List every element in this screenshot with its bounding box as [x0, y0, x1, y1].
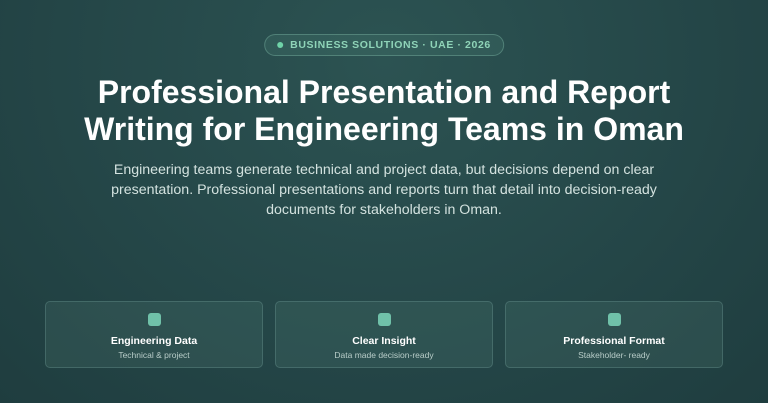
feature-card-title: Professional Format	[563, 335, 665, 347]
feature-card-professional-format: Professional Format Stakeholder- ready	[505, 301, 723, 368]
feature-card-engineering-data: Engineering Data Technical & project	[45, 301, 263, 368]
square-icon	[147, 313, 161, 326]
feature-card-subtitle: Stakeholder- ready	[578, 350, 650, 360]
square-icon	[607, 313, 621, 326]
feature-card-subtitle: Data made decision-ready	[334, 350, 434, 360]
square-icon	[377, 313, 391, 326]
feature-card-title: Clear Insight	[352, 335, 416, 347]
feature-card-title: Engineering Data	[110, 335, 198, 347]
page-title-line-1: Professional Presentation and Report	[97, 74, 671, 110]
page-subtitle: Engineering teams generate technical and…	[111, 162, 657, 218]
badge-label: BUSINESS SOLUTIONS · UAE · 2026	[290, 39, 491, 51]
feature-card-clear-insight: Clear Insight Data made decision-ready	[275, 301, 493, 368]
page-title: Professional Presentation and Report Wri…	[0, 74, 768, 148]
status-dot-icon	[277, 42, 284, 48]
category-badge: BUSINESS SOLUTIONS · UAE · 2026	[264, 34, 504, 56]
page-title-line-2: Writing for Engineering Teams in Oman	[84, 111, 684, 147]
feature-cards: Engineering Data Technical & project Cle…	[45, 301, 723, 368]
feature-card-subtitle: Technical & project	[118, 350, 190, 360]
